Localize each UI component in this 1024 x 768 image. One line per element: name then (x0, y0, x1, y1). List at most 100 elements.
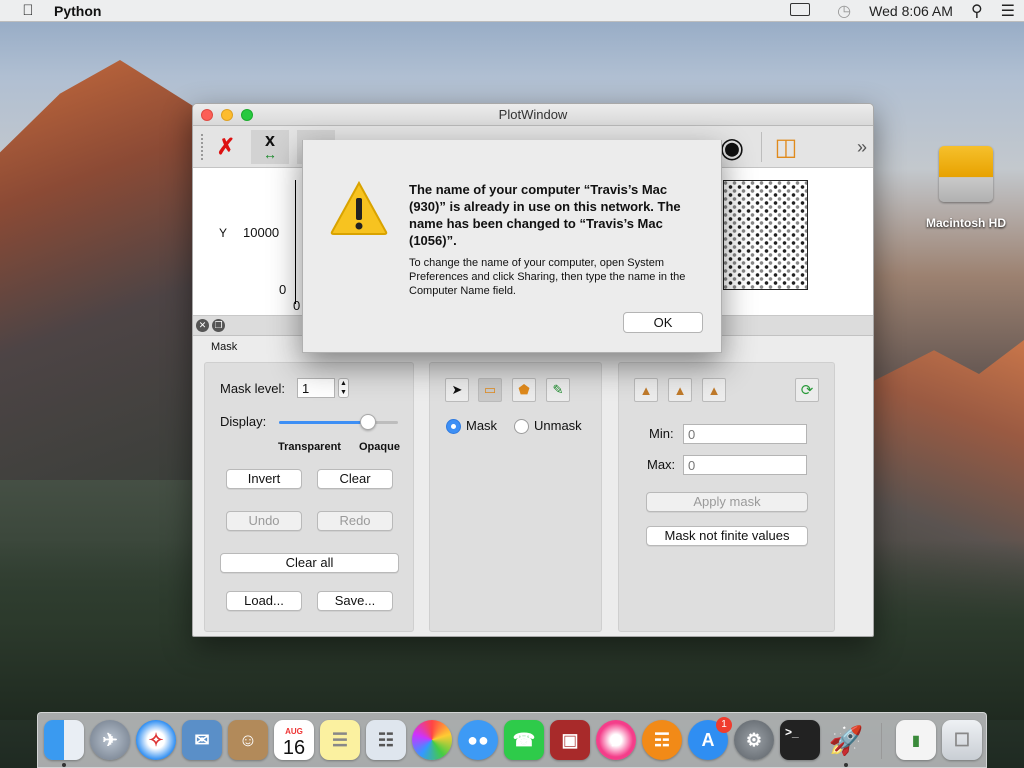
max-label: Max: (647, 457, 676, 472)
clear-all-button[interactable]: Clear all (220, 553, 399, 573)
window-title: PlotWindow (498, 107, 568, 122)
mask-dock: Mask Mask level: 1 ▲ ▼ Display: Transpare… (193, 336, 873, 636)
time-machine-icon[interactable]: ◷ (837, 1, 851, 21)
polygon-tool-icon[interactable]: ⬟ (512, 378, 536, 402)
mask-level-stepper[interactable]: ▲ ▼ (338, 378, 349, 398)
draw-tools-panel: ➤ ▭ ⬟ ✎ Mask Unmask (429, 362, 602, 632)
histogram-between-icon[interactable]: ▲ (668, 378, 692, 402)
close-window-button[interactable] (201, 109, 213, 121)
toolbar-overflow-icon[interactable]: » (843, 130, 873, 164)
mask-level-input[interactable]: 1 (297, 378, 335, 398)
minimize-window-button[interactable] (221, 109, 233, 121)
mask-radio-label: Mask (466, 418, 498, 433)
display-slider-fill (279, 421, 369, 424)
histogram-below-icon[interactable]: ▲ (634, 378, 658, 402)
pointer-tool-icon[interactable]: ➤ (445, 378, 469, 402)
messages-icon[interactable]: ●● (458, 720, 498, 760)
window-controls (201, 109, 253, 121)
terminal-icon[interactable]: >_ (780, 720, 820, 760)
scatter-plot-markers (723, 180, 808, 290)
hard-drive-icon (939, 146, 993, 202)
plot-axes (295, 180, 301, 304)
dock-close-icon[interactable]: ✕ (196, 319, 209, 332)
dock-float-icon[interactable]: ❐ (212, 319, 225, 332)
finder-icon[interactable] (44, 720, 84, 760)
computer-name-alert: The name of your computer “Travis’s Mac … (302, 140, 722, 353)
python-rocket-icon[interactable]: 🚀 (826, 720, 866, 760)
unmask-radio[interactable] (514, 419, 529, 434)
x-zoom-icon[interactable]: x ↔ (251, 130, 289, 164)
mail-icon[interactable]: ✉ (182, 720, 222, 760)
ok-button[interactable]: OK (623, 312, 703, 333)
histogram-above-icon[interactable]: ▲ (702, 378, 726, 402)
pencil-tool-icon[interactable]: ✎ (546, 378, 570, 402)
notes-icon[interactable]: ☰ (320, 720, 360, 760)
y-axis-label: Y (219, 226, 228, 240)
transparent-label: Transparent (278, 441, 341, 453)
running-indicator (62, 763, 66, 767)
spotlight-search-icon[interactable]: ⚲ (971, 1, 983, 21)
alert-message: To change the name of your computer, ope… (409, 257, 686, 297)
drive-label: Macintosh HD (925, 216, 1006, 230)
launchpad-icon[interactable]: ✈ (90, 720, 130, 760)
dock: ✈ ✧ ✉ ☺ AUG 16 ☰ ☷ ●● ☎ ▣ ♫ ☶ A 1 ⚙ >_ 🚀 … (37, 712, 987, 768)
facetime-icon[interactable]: ☎ (504, 720, 544, 760)
toolbar-grip[interactable] (201, 134, 203, 160)
system-preferences-icon[interactable]: ⚙ (734, 720, 774, 760)
menu-clock[interactable]: Wed 8:06 AM (869, 3, 953, 19)
undo-button[interactable]: Undo (226, 511, 302, 531)
opaque-label: Opaque (359, 441, 400, 453)
menu-bar:  Python ◷ Wed 8:06 AM ⚲ ☰ (0, 0, 1024, 22)
app-menu-python[interactable]: Python (54, 3, 101, 19)
mask-level-label: Mask level: (220, 381, 286, 396)
downloads-stack-icon[interactable]: ▮ (896, 720, 936, 760)
display-mirroring-icon[interactable] (781, 3, 819, 19)
mask-settings-panel: Mask level: 1 ▲ ▼ Display: Transparent Op… (204, 362, 414, 632)
mask-panel-title: Mask (211, 341, 238, 353)
invert-button[interactable]: Invert (226, 469, 302, 489)
refresh-icon[interactable]: ⟳ (795, 378, 819, 402)
max-input[interactable]: 0 (683, 455, 807, 475)
comments-icon[interactable]: ◫ (767, 130, 805, 164)
itunes-icon[interactable]: ♫ (596, 720, 636, 760)
display-label: Display: (220, 414, 267, 429)
reminders-icon[interactable]: ☷ (366, 720, 406, 760)
menu-extras: ◷ Wed 8:06 AM ⚲ ☰ (772, 0, 1024, 22)
min-input[interactable]: 0 (683, 424, 807, 444)
load-button[interactable]: Load... (226, 591, 302, 611)
trash-icon[interactable]: ☐ (942, 720, 982, 760)
mask-not-finite-button[interactable]: Mask not finite values (646, 526, 808, 546)
toolbar-separator (761, 132, 762, 162)
calendar-icon[interactable]: AUG 16 (274, 720, 314, 760)
desktop-drive-macintosh-hd[interactable]: Macintosh HD (916, 146, 1016, 230)
ibooks-icon[interactable]: ☶ (642, 720, 682, 760)
dock-separator (881, 723, 882, 759)
apply-mask-button[interactable]: Apply mask (646, 492, 808, 512)
photo-booth-icon[interactable]: ▣ (550, 720, 590, 760)
app-store-badge: 1 (716, 717, 732, 733)
apple-menu-icon[interactable]:  (20, 2, 36, 19)
safari-icon[interactable]: ✧ (136, 720, 176, 760)
notification-center-icon[interactable]: ☰ (1001, 1, 1015, 21)
wallpaper-cliff (0, 60, 200, 480)
reset-zoom-icon[interactable]: ✗ (207, 130, 245, 164)
warning-icon (330, 180, 388, 235)
alert-title: The name of your computer “Travis’s Mac … (409, 182, 681, 248)
rectangle-tool-icon[interactable]: ▭ (478, 378, 502, 402)
min-label: Min: (649, 426, 674, 441)
photos-icon[interactable] (412, 720, 452, 760)
window-titlebar[interactable]: PlotWindow (193, 104, 873, 126)
clear-button[interactable]: Clear (317, 469, 393, 489)
mask-radio[interactable] (446, 419, 461, 434)
y-tick-label: 0 (279, 282, 287, 297)
zoom-window-button[interactable] (241, 109, 253, 121)
display-slider-knob[interactable] (360, 414, 377, 430)
unmask-radio-label: Unmask (534, 418, 582, 433)
contacts-icon[interactable]: ☺ (228, 720, 268, 760)
save-button[interactable]: Save... (317, 591, 393, 611)
running-indicator (844, 763, 848, 767)
redo-button[interactable]: Redo (317, 511, 393, 531)
calendar-day: 16 (282, 737, 306, 759)
threshold-panel: ▲ ▲ ▲ ⟳ Min: 0 Max: 0 Apply mask Mask no… (618, 362, 835, 632)
y-tick-label: 10000 (243, 225, 280, 240)
